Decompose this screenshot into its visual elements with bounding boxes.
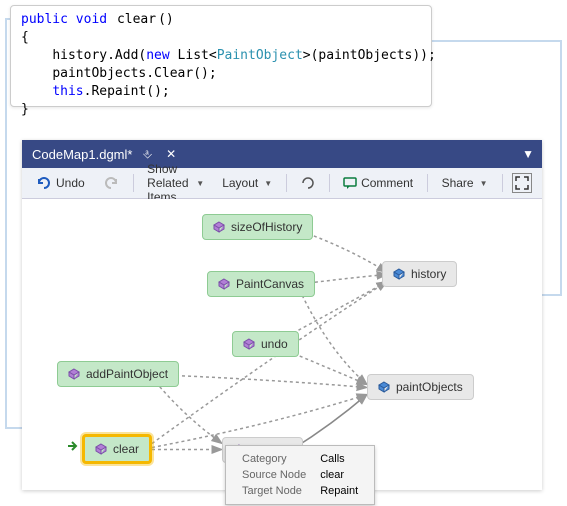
layout-button[interactable]: Layout▼ <box>218 174 276 192</box>
comment-button[interactable]: Comment <box>339 174 417 192</box>
share-button[interactable]: Share▼ <box>438 174 492 192</box>
fit-icon <box>515 176 529 190</box>
tab-strip: CodeMap1.dgml* ⎀ ✕ ▼ <box>22 140 542 168</box>
field-icon <box>378 381 390 393</box>
redo-icon <box>103 175 119 191</box>
node-undo[interactable]: undo <box>232 331 299 357</box>
close-icon[interactable]: ✕ <box>162 147 180 161</box>
node-paintObjects[interactable]: paintObjects <box>367 374 474 400</box>
entry-arrow-icon <box>66 439 80 453</box>
node-sizeOfHistory[interactable]: sizeOfHistory <box>202 214 313 240</box>
method-icon <box>243 338 255 350</box>
comment-icon <box>343 176 357 190</box>
node-clear[interactable]: clear <box>82 434 152 464</box>
code-editor[interactable]: public void clear() { history.Add(new Li… <box>10 5 432 107</box>
kw-public: public <box>21 12 68 27</box>
node-history[interactable]: history <box>382 261 457 287</box>
node-paintCanvas[interactable]: PaintCanvas <box>207 271 315 297</box>
refresh-icon <box>301 176 315 190</box>
refresh-button[interactable] <box>297 174 319 192</box>
method-clear: clear <box>115 12 158 27</box>
fit-button[interactable] <box>512 173 532 193</box>
edge-tooltip: CategoryCalls Source Nodeclear Target No… <box>225 445 375 505</box>
undo-button[interactable]: Undo <box>32 173 89 193</box>
method-icon <box>68 368 80 380</box>
redo-button <box>99 173 123 193</box>
codemap-window: CodeMap1.dgml* ⎀ ✕ ▼ Undo Show Related I… <box>22 140 542 490</box>
method-icon <box>95 443 107 455</box>
tab-menu-icon[interactable]: ▼ <box>514 147 542 161</box>
field-icon <box>393 268 405 280</box>
method-icon <box>213 221 225 233</box>
tab-title[interactable]: CodeMap1.dgml* <box>32 147 132 162</box>
toolbar: Undo Show Related Items▼ Layout▼ Comment… <box>22 168 542 199</box>
node-addPaintObject[interactable]: addPaintObject <box>57 361 179 387</box>
kw-void: void <box>76 12 107 27</box>
method-icon <box>218 278 230 290</box>
undo-icon <box>36 175 52 191</box>
